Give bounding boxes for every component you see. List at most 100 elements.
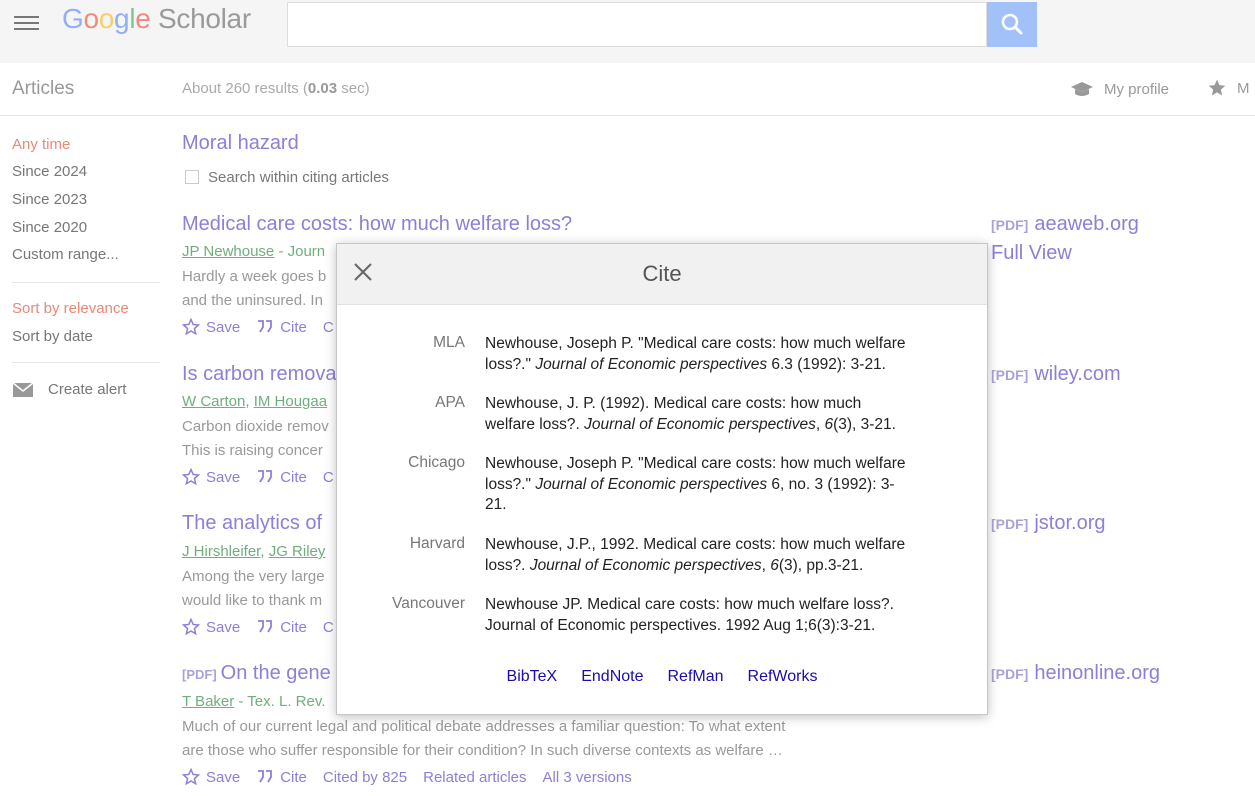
quote-icon xyxy=(258,770,273,783)
filter-since-2024[interactable]: Since 2024 xyxy=(12,163,87,180)
citation-line: Journal of Economic perspectives. 1992 A… xyxy=(485,616,935,637)
cite-button[interactable]: Cite xyxy=(256,769,307,786)
filter-since-2023[interactable]: Since 2023 xyxy=(12,191,87,208)
citation-text[interactable]: Newhouse, Joseph P. "Medical care costs:… xyxy=(485,454,935,516)
result-actions: Save Cite C xyxy=(182,468,334,486)
result-authors: J Hirshleifer, JG Riley xyxy=(182,543,326,560)
sort-relevance[interactable]: Sort by relevance xyxy=(12,300,129,317)
refman-link[interactable]: RefMan xyxy=(668,668,724,686)
result-actions: Save Cite Cited by 825 Related articles … xyxy=(182,768,632,786)
result-snippet: This is raising concer xyxy=(182,442,323,459)
author-link[interactable]: IM Hougaa xyxy=(254,393,327,410)
filter-any-time[interactable]: Any time xyxy=(12,136,70,153)
save-button[interactable]: Save xyxy=(182,768,240,786)
citation-fragment: loss?." xyxy=(485,475,536,493)
logo[interactable]: Google Scholar xyxy=(62,3,251,35)
endnote-link[interactable]: EndNote xyxy=(581,668,643,686)
pdf-link[interactable]: [PDF] wiley.com xyxy=(991,363,1121,386)
citation-text[interactable]: Newhouse, J.P., 1992. Medical care costs… xyxy=(485,535,935,576)
journal-italic: Journal of Economic perspectives xyxy=(584,415,816,433)
citation-fragment: loss?. xyxy=(485,556,530,574)
author-link[interactable]: JG Riley xyxy=(269,543,326,560)
cite-button[interactable]: Cite xyxy=(256,469,307,486)
citation-fragment: Newhouse, J. P. (1992). Medical care cos… xyxy=(485,395,862,412)
cited-by-link[interactable]: C xyxy=(323,319,334,336)
sort-date[interactable]: Sort by date xyxy=(12,328,93,345)
result-snippet: Much of our current legal and political … xyxy=(182,718,786,735)
all-versions-link[interactable]: All 3 versions xyxy=(543,769,632,786)
full-view-link[interactable]: Full View xyxy=(991,242,1072,265)
refworks-link[interactable]: RefWorks xyxy=(748,668,818,686)
citation-fragment: 21. xyxy=(485,496,507,513)
citation-text[interactable]: Newhouse, Joseph P. "Medical care costs:… xyxy=(485,334,935,375)
star-icon xyxy=(1208,79,1226,96)
result-title[interactable]: Medical care costs: how much welfare los… xyxy=(182,213,572,236)
search-input[interactable] xyxy=(287,2,987,47)
create-alert-link[interactable]: Create alert xyxy=(12,381,126,398)
citation-line: Newhouse JP. Medical care costs: how muc… xyxy=(485,595,935,616)
result-snippet: Among the very large xyxy=(182,568,325,585)
save-button[interactable]: Save xyxy=(182,618,240,636)
result-title[interactable]: The analytics of xyxy=(182,512,322,535)
filter-since-2020[interactable]: Since 2020 xyxy=(12,219,87,236)
author-link[interactable]: W Carton xyxy=(182,393,245,410)
result-actions: Save Cite C xyxy=(182,618,334,636)
search-within-checkbox[interactable] xyxy=(185,170,199,184)
citation-fragment: Newhouse, Joseph P. "Medical care costs:… xyxy=(485,455,906,472)
my-profile-link[interactable]: My profile xyxy=(1070,78,1169,100)
bibtex-link[interactable]: BibTeX xyxy=(507,668,558,686)
star-outline-icon xyxy=(182,618,200,636)
pdf-link[interactable]: [PDF] aeaweb.org xyxy=(991,213,1139,236)
citation-text[interactable]: Newhouse JP. Medical care costs: how muc… xyxy=(485,595,935,636)
save-button[interactable]: Save xyxy=(182,318,240,336)
search-button[interactable] xyxy=(987,2,1037,47)
journal-italic: Journal of Economic perspectives xyxy=(529,556,762,574)
cited-by-link[interactable]: Cited by 825 xyxy=(323,769,407,786)
pdf-link[interactable]: [PDF] jstor.org xyxy=(991,512,1105,535)
author-link[interactable]: JP Newhouse xyxy=(182,243,274,260)
citation-text[interactable]: Newhouse, J. P. (1992). Medical care cos… xyxy=(485,394,935,435)
result-authors: JP Newhouse - Journ xyxy=(182,243,326,260)
result-title[interactable]: [PDF] On the gene xyxy=(182,662,331,685)
result-snippet: Hardly a week goes b xyxy=(182,268,327,285)
citation-style-label: MLA xyxy=(433,334,465,351)
citation-line: loss?." Journal of Economic perspectives… xyxy=(485,355,935,376)
result-authors: T Baker - Tex. L. Rev. xyxy=(182,693,326,710)
query-title[interactable]: Moral hazard xyxy=(182,132,299,155)
citation-fragment: 6.3 (1992): 3-21. xyxy=(767,355,886,373)
quote-icon xyxy=(258,620,273,633)
save-button[interactable]: Save xyxy=(182,468,240,486)
filter-custom-range[interactable]: Custom range... xyxy=(12,246,119,263)
cited-by-link[interactable]: C xyxy=(323,619,334,636)
citation-line: welfare loss?. Journal of Economic persp… xyxy=(485,415,935,436)
result-snippet: and the uninsured. In xyxy=(182,292,323,309)
dialog-title: Cite xyxy=(642,261,682,286)
result-title[interactable]: Is carbon remova xyxy=(182,363,337,386)
logo-scholar: Scholar xyxy=(158,3,251,34)
citation-style-label: Vancouver xyxy=(392,595,465,612)
section-title: Articles xyxy=(12,78,75,99)
citation-fragment: , xyxy=(761,556,771,574)
author-link[interactable]: J Hirshleifer xyxy=(182,543,260,560)
citation-fragment: welfare loss?. xyxy=(485,415,585,433)
journal-italic: 6 xyxy=(770,556,779,574)
cite-button[interactable]: Cite xyxy=(256,619,307,636)
my-library-link[interactable]: M xyxy=(1207,78,1250,98)
journal-italic: Journal of Economic perspectives xyxy=(535,355,768,373)
quote-icon xyxy=(258,320,273,333)
citation-fragment: Newhouse JP. Medical care costs: how muc… xyxy=(485,596,894,613)
citation-style-label: Chicago xyxy=(408,454,465,471)
menu-icon[interactable] xyxy=(14,12,39,32)
sidebar-divider xyxy=(12,362,160,363)
cite-button[interactable]: Cite xyxy=(256,319,307,336)
citation-line: 21. xyxy=(485,495,935,516)
graduation-cap-icon xyxy=(1071,82,1093,96)
author-link[interactable]: T Baker xyxy=(182,693,234,710)
cited-by-link[interactable]: C xyxy=(323,469,334,486)
logo-google: Google xyxy=(62,3,151,34)
related-articles-link[interactable]: Related articles xyxy=(423,769,526,786)
citation-fragment: Journal of Economic perspectives. 1992 A… xyxy=(485,616,876,634)
search-within-label: Search within citing articles xyxy=(208,169,389,186)
search-icon xyxy=(1001,13,1023,35)
pdf-link[interactable]: [PDF] heinonline.org xyxy=(991,662,1160,685)
